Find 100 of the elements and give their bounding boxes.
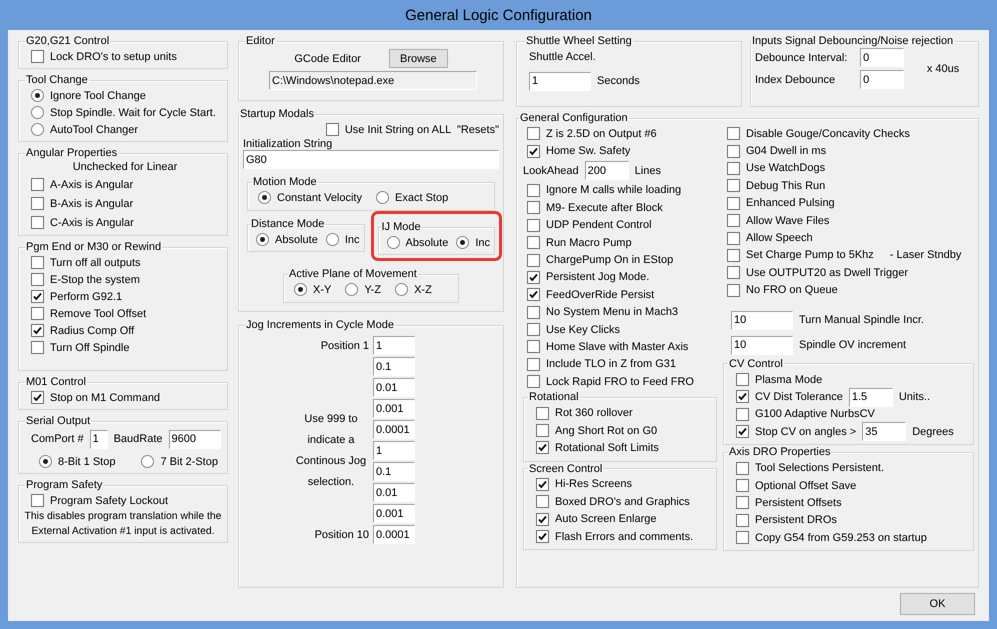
radio-label[interactable]: Stop Spindle. Wait for Cycle Start. <box>50 106 216 118</box>
checkbox[interactable] <box>736 390 749 404</box>
checkbox-label[interactable]: Boxed DRO's and Graphics <box>555 496 690 508</box>
text-field[interactable]: 1 <box>373 441 415 460</box>
radio-label[interactable]: Exact Stop <box>395 192 448 204</box>
checkbox[interactable] <box>727 232 740 245</box>
checkbox-label[interactable]: Persistent Offsets <box>755 496 842 509</box>
checkbox[interactable] <box>31 197 44 210</box>
checkbox[interactable] <box>736 373 749 386</box>
radio-label[interactable]: Inc <box>344 234 360 246</box>
text-field[interactable]: 9600 <box>168 430 221 448</box>
checkbox-label[interactable]: Enhanced Pulsing <box>746 197 835 210</box>
checkbox-label[interactable]: Plasma Mode <box>755 374 822 386</box>
ok-button[interactable]: OK <box>900 593 975 615</box>
checkbox[interactable] <box>527 254 540 267</box>
radio-label[interactable]: Y-Z <box>364 284 382 296</box>
checkbox[interactable] <box>536 441 549 454</box>
checkbox-label[interactable]: A-Axis is Angular <box>50 178 134 190</box>
checkbox-label[interactable]: Use WatchDogs <box>746 162 826 174</box>
checkbox[interactable] <box>326 123 339 136</box>
checkbox[interactable] <box>727 284 740 297</box>
checkbox-label[interactable]: Include TLO in Z from G31 <box>546 358 676 370</box>
checkbox[interactable] <box>31 256 44 269</box>
checkbox-label[interactable]: Flash Errors and comments. <box>555 530 694 542</box>
text-field[interactable]: 0.01 <box>373 483 415 502</box>
checkbox[interactable] <box>736 408 749 421</box>
checkbox-label[interactable]: Home Sw. Safety <box>546 145 630 158</box>
checkbox-label[interactable]: Radius Comp Off <box>50 324 134 336</box>
checkbox-label[interactable]: Perform G92.1 <box>50 290 122 302</box>
radio-button[interactable] <box>326 233 339 246</box>
text-field[interactable]: 0.1 <box>373 357 415 376</box>
checkbox[interactable] <box>31 324 44 337</box>
checkbox-label[interactable]: Hi-Res Screens <box>555 478 632 490</box>
checkbox-label[interactable]: Use Init String on ALL "Resets" <box>344 124 499 136</box>
text-field[interactable]: 0 <box>860 70 904 89</box>
checkbox-label[interactable]: Set Charge Pump to 5Khz <box>746 249 874 262</box>
checkbox[interactable] <box>527 201 540 214</box>
checkbox[interactable] <box>31 290 44 303</box>
checkbox[interactable] <box>727 144 740 158</box>
checkbox[interactable] <box>727 266 740 280</box>
checkbox[interactable] <box>31 494 44 507</box>
text-field[interactable]: 0.001 <box>373 504 415 523</box>
checkbox-label[interactable]: UDP Pendent Control <box>546 219 652 232</box>
checkbox-label[interactable]: G100 Adaptive NurbsCV <box>755 408 875 420</box>
radio-button[interactable] <box>31 89 44 102</box>
checkbox-label[interactable]: Turn off all outputs <box>50 256 140 268</box>
text-field[interactable]: 0.1 <box>373 462 415 481</box>
radio-label[interactable]: Constant Velocity <box>277 192 362 204</box>
checkbox[interactable] <box>727 196 740 210</box>
checkbox-label[interactable]: Lock Rapid FRO to Feed FRO <box>546 376 694 388</box>
text-field[interactable]: 1.5 <box>848 388 893 406</box>
checkbox-label[interactable]: Home Slave with Master Axis <box>546 340 688 353</box>
radio-button[interactable] <box>256 233 269 246</box>
checkbox-label[interactable]: Tool Selections Persistent. <box>755 462 884 474</box>
checkbox[interactable] <box>736 496 749 510</box>
text-field[interactable]: G80 <box>243 150 499 169</box>
checkbox-label[interactable]: Rot 360 rollover <box>555 407 633 420</box>
checkbox-label[interactable]: Optional Offset Save <box>755 480 856 492</box>
radio-button[interactable] <box>386 236 400 249</box>
text-field[interactable]: 1 <box>373 336 415 355</box>
checkbox-label[interactable]: FeedOverRide Persist <box>546 288 654 301</box>
radio-label[interactable]: 8-Bit 1 Stop <box>58 456 116 468</box>
checkbox[interactable] <box>527 375 540 388</box>
checkbox-label[interactable]: E-Stop the system <box>50 274 140 286</box>
checkbox[interactable] <box>736 479 749 492</box>
checkbox-label[interactable]: Allow Speech <box>746 232 813 244</box>
checkbox[interactable] <box>527 127 540 140</box>
checkbox[interactable] <box>527 184 540 197</box>
radio-button[interactable] <box>376 191 389 204</box>
text-field[interactable]: 1 <box>529 72 591 90</box>
checkbox-label[interactable]: Run Macro Pump <box>546 236 632 249</box>
radio-button[interactable] <box>456 236 470 249</box>
checkbox[interactable] <box>527 270 540 284</box>
checkbox-label[interactable]: Persistent DROs <box>755 514 837 526</box>
checkbox-label[interactable]: G04 Dwell in ms <box>746 145 826 158</box>
radio-label[interactable]: AutoTool Changer <box>50 124 138 136</box>
checkbox-label[interactable]: Disable Gouge/Concavity Checks <box>746 128 910 140</box>
checkbox-label[interactable]: B-Axis is Angular <box>50 198 134 210</box>
checkbox-label[interactable]: No FRO on Queue <box>746 284 838 296</box>
checkbox[interactable] <box>31 391 44 404</box>
checkbox[interactable] <box>736 531 749 544</box>
checkbox[interactable] <box>31 341 44 354</box>
radio-button[interactable] <box>39 455 52 468</box>
text-field[interactable]: 10 <box>731 310 793 330</box>
path-field[interactable]: C:\Windows\notepad.exe <box>269 71 477 90</box>
checkbox[interactable] <box>727 162 740 175</box>
checkbox[interactable] <box>31 50 44 63</box>
checkbox[interactable] <box>527 144 540 158</box>
checkbox-label[interactable]: ChargePump On in EStop <box>546 254 674 266</box>
checkbox-label[interactable]: No System Menu in Mach3 <box>546 306 678 318</box>
checkbox[interactable] <box>536 530 549 543</box>
checkbox[interactable] <box>736 425 749 438</box>
checkbox[interactable] <box>536 495 549 508</box>
checkbox-label[interactable]: C-Axis is Angular <box>50 216 134 228</box>
text-field[interactable]: 10 <box>731 336 793 355</box>
radio-label[interactable]: Ignore Tool Change <box>50 90 146 102</box>
radio-label[interactable]: Inc <box>475 236 490 248</box>
radio-button[interactable] <box>294 283 307 296</box>
checkbox[interactable] <box>527 306 540 319</box>
checkbox-label[interactable]: Stop CV on angles > <box>755 426 856 438</box>
